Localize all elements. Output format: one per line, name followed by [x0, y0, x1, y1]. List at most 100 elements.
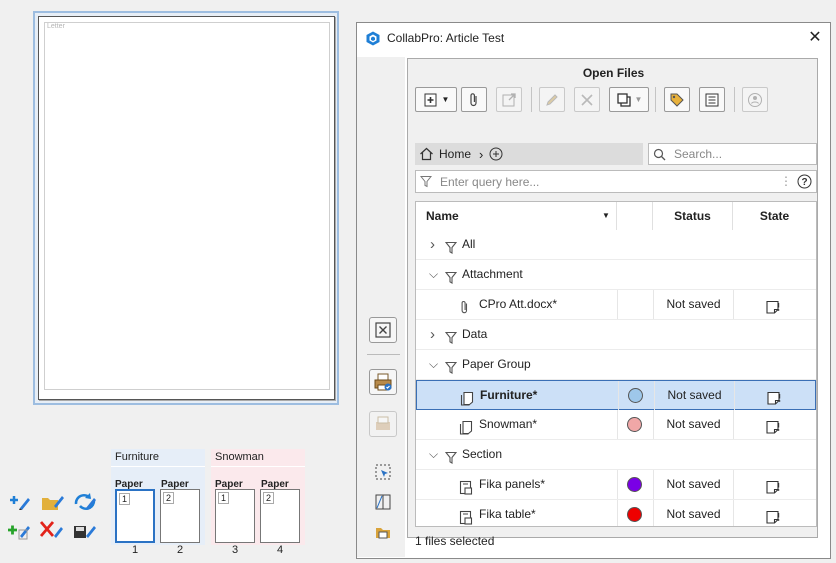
row-label: Fika panels* — [479, 477, 546, 491]
chevron-right-icon: › — [479, 146, 484, 162]
color-swatch[interactable] — [627, 477, 642, 492]
status-cell: Not saved — [653, 500, 733, 526]
page-index: 3 — [231, 544, 239, 556]
select-area-icon[interactable] — [372, 461, 394, 483]
color-swatch[interactable] — [627, 507, 642, 522]
new-document-icon — [424, 93, 437, 106]
name-cell: ⌵ Attachment — [416, 260, 617, 289]
file-row[interactable]: Fika panels* Not saved — [416, 470, 816, 500]
group-row[interactable]: ⌵ Attachment — [416, 260, 816, 290]
group-divider — [211, 466, 305, 467]
open-external-button[interactable] — [496, 87, 522, 112]
dialog-title: CollabPro: Article Test — [387, 31, 505, 45]
state-cell — [733, 410, 816, 439]
list-icon — [705, 93, 719, 106]
state-cell — [733, 470, 816, 499]
group-row[interactable]: › Data — [416, 320, 816, 350]
chevron-down-icon[interactable]: ⌵ — [429, 260, 438, 289]
name-cell: Furniture* — [417, 381, 618, 410]
column-header-state[interactable]: State — [733, 202, 816, 230]
user-circle-icon — [748, 92, 762, 107]
print-button[interactable] — [369, 369, 397, 395]
export-button[interactable] — [369, 411, 397, 437]
toolbar-separator — [655, 87, 656, 112]
state-cell — [733, 290, 816, 319]
help-icon[interactable]: ? — [797, 174, 812, 189]
close-box-icon — [375, 322, 391, 338]
library-icon[interactable] — [372, 521, 394, 543]
external-link-icon — [502, 92, 516, 106]
tag-button[interactable] — [664, 87, 690, 112]
attach-button[interactable] — [461, 87, 487, 112]
column-header-name[interactable]: Name ▼ — [416, 202, 617, 230]
chevron-down-icon[interactable]: ⌵ — [429, 440, 438, 469]
search-input[interactable] — [672, 146, 806, 162]
add-green-icon[interactable] — [6, 518, 32, 542]
page-group-label: Furniture — [115, 451, 160, 463]
breadcrumb-home[interactable]: Home — [439, 147, 471, 161]
chevron-right-icon[interactable]: › — [430, 320, 435, 349]
file-row[interactable]: CPro Att.docx* Not saved — [416, 290, 816, 320]
filter-icon — [420, 175, 432, 188]
home-icon[interactable] — [419, 147, 434, 161]
split-view-icon[interactable] — [372, 491, 394, 513]
add-circle-icon[interactable] — [489, 147, 503, 161]
delete-page-icon[interactable] — [38, 518, 64, 542]
properties-button[interactable] — [699, 87, 725, 112]
export-icon — [376, 416, 390, 430]
row-label: Snowman* — [479, 417, 538, 431]
name-cell: CPro Att.docx* — [416, 290, 617, 319]
file-row[interactable]: Fika table* Not saved — [416, 500, 816, 526]
chevron-down-icon: ▼ — [634, 95, 643, 104]
name-cell: ⌵ Paper Group — [416, 350, 617, 379]
name-cell: › All — [416, 230, 617, 259]
group-row[interactable]: ⌵ Paper Group — [416, 350, 816, 380]
refresh-page-icon[interactable] — [72, 490, 98, 514]
svg-text:?: ? — [801, 177, 807, 188]
file-row[interactable]: Furniture* Not saved — [416, 380, 816, 410]
copy-dropdown-button[interactable]: ▼ — [609, 87, 649, 112]
name-cell: ⌵ Section — [416, 440, 617, 469]
new-file-dropdown-button[interactable]: ▼ — [415, 87, 457, 112]
column-header-color[interactable] — [617, 202, 653, 230]
group-divider — [111, 466, 205, 467]
chevron-down-icon[interactable]: ⌵ — [429, 350, 438, 379]
breadcrumb: Home › — [415, 143, 643, 165]
status-cell: Not saved — [653, 290, 733, 319]
open-page-icon[interactable] — [40, 490, 66, 514]
column-header-status[interactable]: Status — [653, 202, 733, 230]
color-cell — [617, 290, 653, 319]
more-options-icon[interactable]: ⋮ — [780, 174, 792, 188]
add-page-icon[interactable] — [6, 490, 32, 514]
files-table: Name ▼ Status State › All ⌵ Attachment CPro … — [415, 201, 817, 527]
page-thumbnail[interactable]: 2 — [260, 489, 300, 543]
unsaved-state-icon[interactable] — [765, 507, 781, 526]
group-row[interactable]: › All — [416, 230, 816, 260]
file-row[interactable]: Snowman* Not saved — [416, 410, 816, 440]
edit-button[interactable] — [539, 87, 565, 112]
user-button[interactable] — [742, 87, 768, 112]
row-label: Furniture* — [480, 388, 538, 402]
paperclip-icon — [470, 92, 477, 106]
query-input[interactable] — [438, 173, 772, 190]
status-cell: Not saved — [654, 381, 734, 410]
color-swatch[interactable] — [627, 417, 642, 432]
page-thumbnail[interactable]: 1 — [215, 489, 255, 543]
group-row[interactable]: ⌵ Section — [416, 440, 816, 470]
close-file-button[interactable] — [369, 317, 397, 343]
status-cell: Not saved — [653, 470, 733, 499]
page-thumbnail[interactable]: 1 — [115, 489, 155, 543]
row-label: Section — [462, 447, 503, 461]
save-page-icon[interactable] — [72, 518, 98, 542]
row-label: Fika table* — [479, 507, 536, 521]
chevron-right-icon[interactable]: › — [430, 230, 435, 259]
tools-button[interactable] — [574, 87, 600, 112]
status-cell: Not saved — [653, 410, 733, 439]
page-group-label: Snowman — [215, 451, 264, 463]
sort-down-icon: ▼ — [602, 211, 610, 220]
color-swatch[interactable] — [628, 388, 643, 403]
page-thumbnail[interactable]: 2 — [160, 489, 200, 543]
chevron-down-icon: ▼ — [441, 95, 450, 104]
state-cell — [734, 381, 816, 410]
close-icon[interactable]: ✕ — [805, 28, 825, 48]
